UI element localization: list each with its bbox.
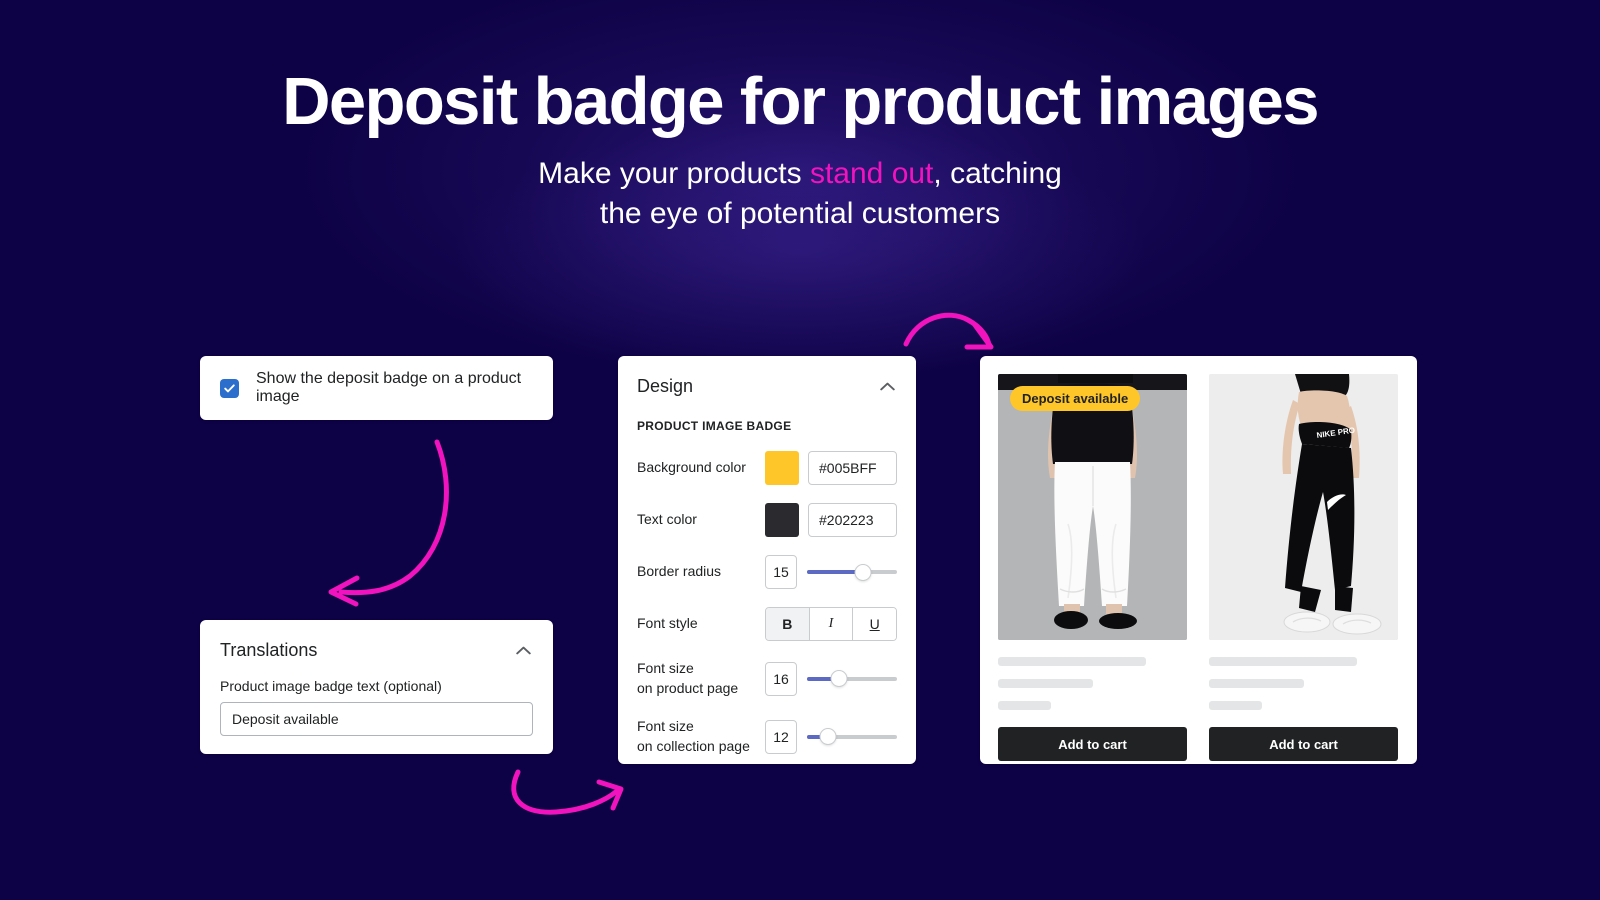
font-style-segmented-control: B I U <box>765 607 897 641</box>
badge-text-label: Product image badge text (optional) <box>220 678 442 694</box>
background-color-swatch[interactable] <box>765 451 799 485</box>
slider-thumb[interactable] <box>854 563 872 581</box>
show-badge-label: Show the deposit badge on a product imag… <box>256 370 522 405</box>
font-style-label: Font style <box>637 615 698 632</box>
font-size-collection-page-slider[interactable] <box>807 727 897 747</box>
product-grid: Deposit available Add to cart NIKE PRO A… <box>998 374 1399 761</box>
add-to-cart-button[interactable]: Add to cart <box>1209 727 1398 761</box>
font-style-bold-button[interactable]: B <box>766 608 810 640</box>
font-size-product-page-value[interactable]: 16 <box>765 661 797 696</box>
translations-header[interactable]: Translations <box>220 640 533 661</box>
product-photo-illustration <box>998 374 1187 640</box>
placeholder-line <box>998 701 1051 710</box>
hero-subtitle: Make your products stand out, catching t… <box>0 154 1600 234</box>
placeholder-line <box>1209 679 1304 688</box>
placeholder-line <box>998 679 1093 688</box>
border-radius-slider[interactable] <box>807 562 897 582</box>
deposit-badge: Deposit available <box>1010 386 1141 411</box>
slider-thumb[interactable] <box>819 728 837 746</box>
product-image: NIKE PRO <box>1209 374 1398 640</box>
placeholder-line <box>998 657 1146 666</box>
border-radius-label: Border radius <box>637 563 722 580</box>
product-photo-illustration: NIKE PRO <box>1209 374 1398 640</box>
arrow-checkbox-to-translations <box>328 439 449 607</box>
product-card: NIKE PRO Add to cart <box>1209 374 1398 761</box>
storefront-preview-card: Deposit available Add to cart NIKE PRO A… <box>980 356 1417 764</box>
show-badge-card: Show the deposit badge on a product imag… <box>200 356 553 420</box>
text-color-hex-input[interactable]: #202223 <box>808 503 897 537</box>
slider-thumb[interactable] <box>830 670 848 688</box>
placeholder-line <box>1209 701 1262 710</box>
badge-text-input[interactable]: Deposit available <box>220 702 533 736</box>
font-size-product-page-row: Font size on product page 16 <box>637 659 897 699</box>
label-line-2: on collection page <box>637 737 750 754</box>
font-style-underline-button[interactable]: U <box>853 608 896 640</box>
font-size-collection-page-value[interactable]: 12 <box>765 719 797 754</box>
subtitle-text-2: , catching <box>933 157 1062 191</box>
text-color-row: Text color #202223 <box>637 503 897 537</box>
text-color-label: Text color <box>637 511 697 528</box>
border-radius-row: Border radius 15 <box>637 555 897 589</box>
background-color-label: Background color <box>637 459 746 476</box>
translations-card: Translations Product image badge text (o… <box>200 620 553 754</box>
product-image-badge-section-label: PRODUCT IMAGE BADGE <box>637 419 792 433</box>
background-color-hex-input[interactable]: #005BFF <box>808 451 897 485</box>
design-title: Design <box>637 376 694 396</box>
arrow-top-to-preview <box>903 312 994 350</box>
show-badge-checkbox[interactable] <box>220 378 239 398</box>
check-icon <box>224 383 235 392</box>
font-style-italic-button[interactable]: I <box>809 608 854 640</box>
font-style-row: Font style B I U <box>637 607 897 641</box>
page-title: Deposit badge for product images <box>282 64 1319 139</box>
placeholder-line <box>1209 657 1357 666</box>
product-card: Deposit available Add to cart <box>998 374 1187 761</box>
font-size-collection-page-label: Font size on collection page <box>637 717 765 757</box>
chevron-up-icon[interactable] <box>513 641 533 661</box>
chevron-up-icon[interactable] <box>877 377 897 397</box>
subtitle-line-2: the eye of potential customers <box>599 197 1001 231</box>
subtitle-text-1: Make your products <box>538 157 810 191</box>
design-card: Design PRODUCT IMAGE BADGE Background co… <box>618 356 916 764</box>
product-image: Deposit available <box>998 374 1187 640</box>
translations-title: Translations <box>220 640 318 660</box>
subtitle-accent: stand out <box>809 157 934 191</box>
background-color-row: Background color #005BFF <box>637 451 897 485</box>
text-color-swatch[interactable] <box>765 503 799 537</box>
label-line-1: Font size <box>637 660 694 676</box>
font-size-product-page-slider[interactable] <box>807 669 897 689</box>
label-line-1: Font size <box>637 717 694 734</box>
arrow-translations-to-design <box>511 769 624 815</box>
label-line-2: on product page <box>637 679 739 696</box>
add-to-cart-button[interactable]: Add to cart <box>998 727 1187 761</box>
hero-section: Deposit badge for product images Make yo… <box>0 64 1600 234</box>
font-size-product-page-label: Font size on product page <box>637 659 765 699</box>
font-size-collection-page-row: Font size on collection page 12 <box>637 717 897 757</box>
design-header[interactable]: Design <box>637 376 897 397</box>
border-radius-value[interactable]: 15 <box>765 555 797 589</box>
